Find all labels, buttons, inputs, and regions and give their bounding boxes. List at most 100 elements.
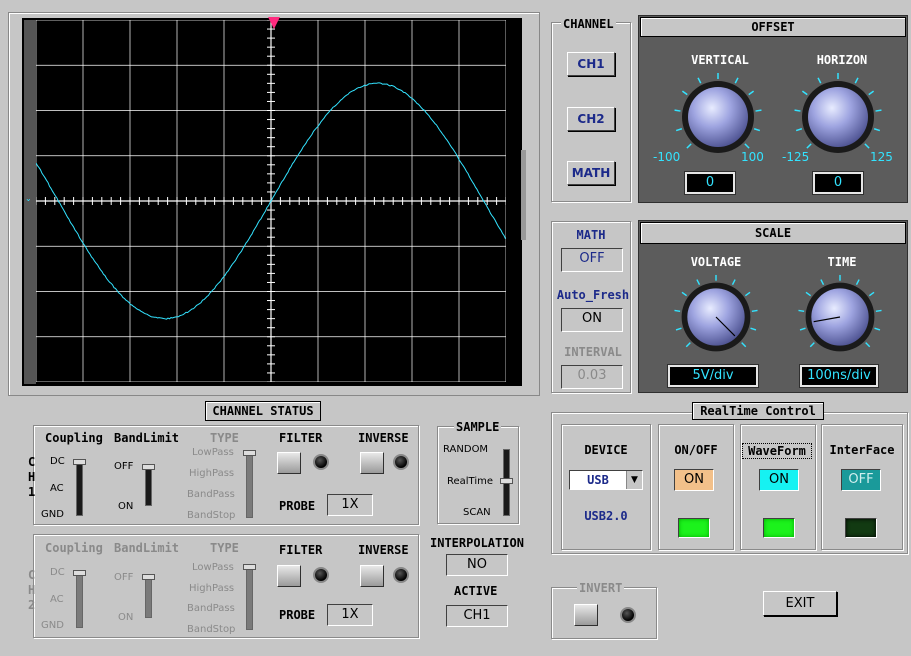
- ch1-filter-label: FILTER: [279, 431, 322, 445]
- ch2-type-slider[interactable]: [246, 564, 253, 630]
- interpolation-value[interactable]: NO: [446, 554, 508, 576]
- trigger-marker-icon[interactable]: [268, 17, 280, 29]
- horizon-value[interactable]: 0: [813, 172, 863, 194]
- ch1-filter-led: [313, 454, 329, 470]
- ch2-coupling-slider[interactable]: [76, 570, 83, 628]
- ch2-coupling-thumb[interactable]: [73, 570, 86, 576]
- voltage-label: VOLTAGE: [666, 255, 766, 269]
- ch1-filter-button[interactable]: [277, 452, 301, 474]
- onoff-led: [678, 518, 710, 538]
- ch1-dc: DC: [50, 456, 65, 467]
- vertical-min: -100: [653, 150, 680, 164]
- device-select[interactable]: USB ▼: [569, 470, 643, 490]
- ch1-coupling-slider[interactable]: [76, 460, 83, 516]
- offset-title: OFFSET: [640, 17, 906, 37]
- channel-status-title: CHANNEL STATUS: [205, 401, 321, 421]
- interface-value[interactable]: OFF: [841, 469, 881, 491]
- math-value[interactable]: OFF: [561, 248, 623, 272]
- ch1-bandstop: BandStop: [187, 510, 235, 521]
- sample-thumb[interactable]: [500, 478, 513, 484]
- sample-title: SAMPLE: [454, 420, 501, 434]
- voltage-value[interactable]: 5V/div: [668, 365, 758, 387]
- scope-scrollbar[interactable]: [521, 150, 526, 240]
- onoff-value[interactable]: ON: [674, 469, 714, 491]
- time-value[interactable]: 100ns/div: [800, 365, 878, 387]
- waveform-value[interactable]: ON: [759, 469, 799, 491]
- device-sub: USB2.0: [561, 509, 651, 523]
- chevron-down-icon[interactable]: ▼: [626, 471, 642, 489]
- onoff-label: ON/OFF: [658, 443, 734, 457]
- ch2-type-thumb[interactable]: [243, 564, 256, 570]
- ch2-filter-button[interactable]: [277, 565, 301, 587]
- ch1-ac: AC: [50, 483, 64, 494]
- ch1-type-label: TYPE: [210, 431, 239, 445]
- ch2-filter-led: [313, 567, 329, 583]
- horizon-label: HORIZON: [792, 53, 892, 67]
- ch2-bandstop: BandStop: [187, 624, 235, 635]
- ch2-dc: DC: [50, 567, 65, 578]
- ch1-coupling-thumb[interactable]: [73, 459, 86, 465]
- device-label: DEVICE: [561, 443, 651, 457]
- auto-fresh-label: Auto_Fresh: [551, 288, 635, 302]
- vertical-value[interactable]: 0: [685, 172, 735, 194]
- ch1-type-thumb[interactable]: [243, 450, 256, 456]
- sample-scan: SCAN: [463, 507, 491, 518]
- channel-title: CHANNEL: [561, 17, 616, 31]
- scope-screen: [36, 20, 506, 382]
- ch1-bandpass: BandPass: [187, 489, 235, 500]
- ch2-bl-off: OFF: [114, 572, 133, 583]
- ch2-probe-label: PROBE: [279, 608, 315, 622]
- ch2-bandlimit-label: BandLimit: [114, 541, 179, 555]
- ch1-bandlimit-slider[interactable]: [145, 464, 152, 506]
- math-button[interactable]: MATH: [567, 161, 615, 185]
- interval-value[interactable]: 0.03: [561, 365, 623, 389]
- ch2-bl-on: ON: [118, 612, 133, 623]
- ch2-filter-label: FILTER: [279, 543, 322, 557]
- ch1-coupling-label: Coupling: [45, 431, 103, 445]
- active-value[interactable]: CH1: [446, 605, 508, 627]
- ch2-bandlimit-thumb[interactable]: [142, 574, 155, 580]
- ch2-button[interactable]: CH2: [567, 107, 615, 131]
- ch1-probe-value[interactable]: 1X: [327, 494, 373, 516]
- waveform-led: [763, 518, 795, 538]
- ch1-name-n: 1: [28, 485, 35, 499]
- invert-button[interactable]: [574, 604, 598, 626]
- ch1-inverse-button[interactable]: [360, 452, 384, 474]
- interpolation-label: INTERPOLATION: [430, 536, 524, 550]
- ch2-inverse-label: INVERSE: [358, 543, 409, 557]
- realtime-title: RealTime Control: [692, 402, 824, 420]
- vertical-label: VERTICAL: [670, 53, 770, 67]
- ch2-inverse-led: [393, 567, 409, 583]
- vertical-knob[interactable]: [668, 72, 768, 162]
- sample-slider[interactable]: [503, 449, 510, 516]
- invert-title: INVERT: [577, 581, 624, 595]
- exit-button[interactable]: EXIT: [763, 591, 837, 616]
- ch2-name-n: 2: [28, 598, 35, 612]
- time-knob[interactable]: [790, 274, 890, 360]
- voltage-knob[interactable]: [666, 274, 766, 360]
- ch2-lowpass: LowPass: [192, 562, 234, 573]
- invert-led: [620, 607, 636, 623]
- vertical-max: 100: [741, 150, 764, 164]
- ch2-probe-value[interactable]: 1X: [327, 604, 373, 626]
- ch1-name-c: C: [28, 455, 35, 469]
- interval-label: INTERVAL: [551, 345, 635, 359]
- active-label: ACTIVE: [454, 584, 497, 598]
- ch2-name-c: C: [28, 568, 35, 582]
- scale-title: SCALE: [640, 222, 906, 244]
- ch1-bl-on: ON: [118, 501, 133, 512]
- ch1-highpass: HighPass: [189, 468, 234, 479]
- sample-realtime: RealTime: [447, 476, 493, 487]
- ch1-inverse-label: INVERSE: [358, 431, 409, 445]
- ch1-button[interactable]: CH1: [567, 52, 615, 76]
- sample-random: RANDOM: [443, 444, 488, 455]
- ch1-type-slider[interactable]: [246, 450, 253, 518]
- ch2-bandlimit-slider[interactable]: [145, 574, 152, 618]
- ch1-bandlimit-thumb[interactable]: [142, 464, 155, 470]
- horizon-knob[interactable]: [788, 72, 888, 162]
- ch2-inverse-button[interactable]: [360, 565, 384, 587]
- auto-fresh-value[interactable]: ON: [561, 308, 623, 332]
- ch1-probe-label: PROBE: [279, 499, 315, 513]
- time-label: TIME: [792, 255, 892, 269]
- ch1-lowpass: LowPass: [192, 447, 234, 458]
